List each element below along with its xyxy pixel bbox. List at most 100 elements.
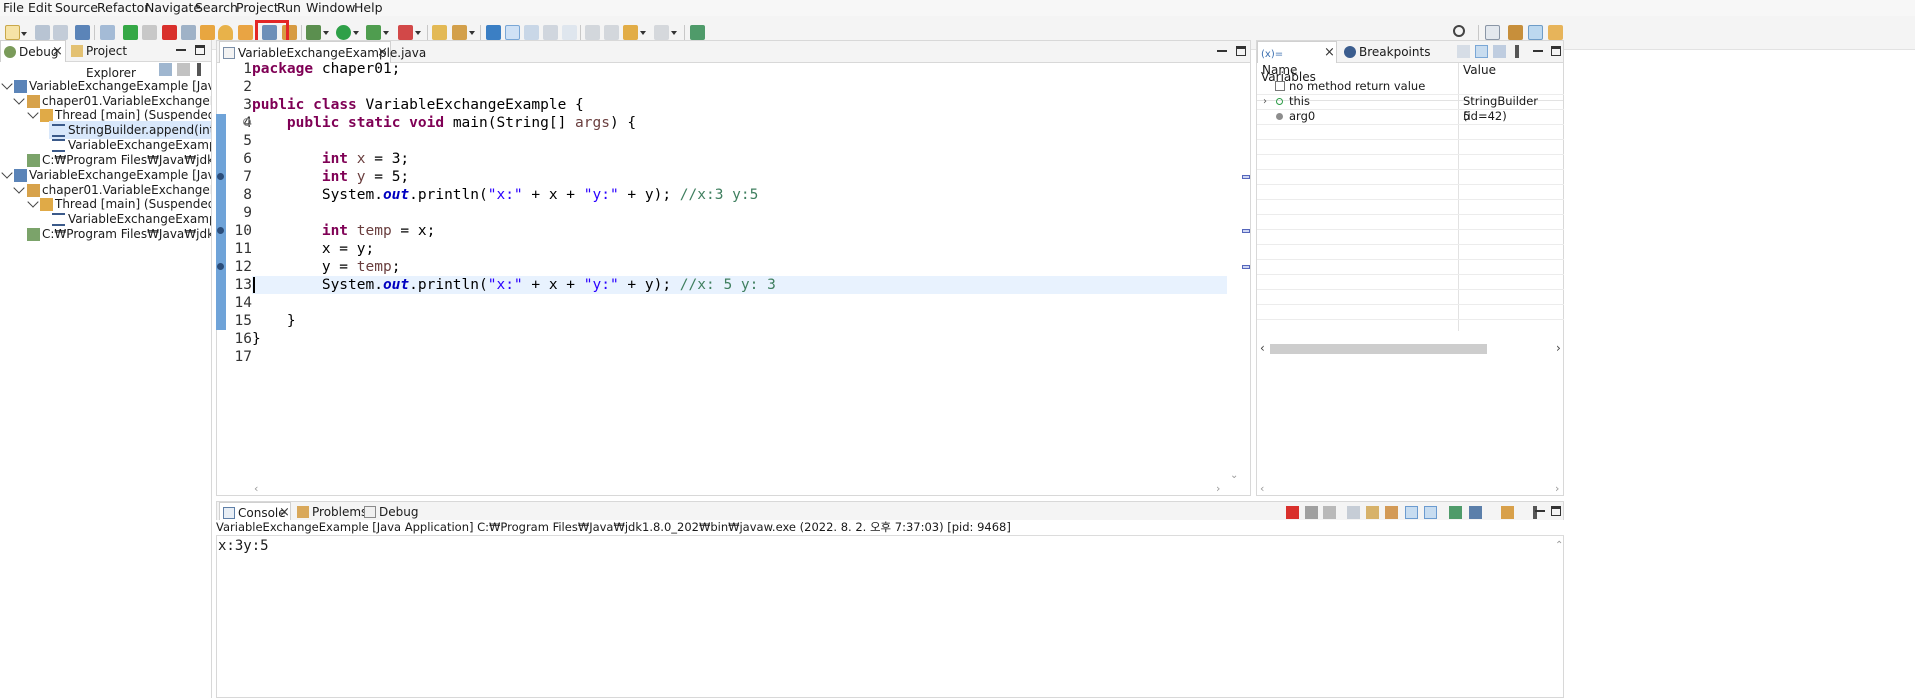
minimize-icon[interactable] (176, 45, 186, 51)
code-line[interactable]: int temp = x; (252, 222, 436, 240)
chevron-down-icon[interactable] (1, 78, 13, 90)
close-icon[interactable]: × (1324, 42, 1335, 64)
menu-source[interactable]: Source (55, 0, 98, 16)
column-header-name[interactable]: Name (1262, 62, 1297, 78)
skip-breakpoints-icon[interactable] (100, 25, 115, 40)
collapse-all-icon[interactable] (159, 63, 172, 76)
menu-run[interactable]: Run (277, 0, 301, 16)
scroll-lock-icon[interactable] (1366, 506, 1379, 519)
maximize-icon[interactable] (1236, 46, 1246, 56)
code-line-current[interactable]: System.out.println("x:" + x + "y:" + y);… (252, 276, 776, 294)
maximize-icon[interactable] (1551, 46, 1561, 56)
debug-icon[interactable] (306, 25, 329, 40)
menu-window[interactable]: Window (306, 0, 355, 16)
close-icon[interactable]: × (52, 41, 63, 63)
scroll-right-icon[interactable]: › (1556, 341, 1561, 355)
overview-ruler-marker[interactable] (1242, 229, 1250, 233)
word-wrap-icon[interactable] (543, 25, 558, 40)
maximize-icon[interactable] (195, 45, 205, 55)
remove-terminated-icon[interactable] (177, 63, 190, 76)
show-on-stderr-icon[interactable] (1424, 506, 1437, 519)
tab-project-explorer[interactable]: Project Explorer (68, 40, 168, 80)
tree-item-process[interactable]: C:₩Program Files₩Java₩jdk1.8.0_202₩ (0, 225, 211, 243)
suspend-icon[interactable] (142, 25, 157, 40)
scroll-left-icon[interactable]: ‹ (1260, 482, 1264, 495)
console-output[interactable]: x:3y:5 (218, 537, 269, 555)
menu-refactor[interactable]: Refactor (97, 0, 149, 16)
column-header-value[interactable]: Value (1463, 62, 1496, 78)
scroll-left-icon[interactable]: ‹ (1260, 341, 1265, 355)
overview-ruler-marker[interactable] (1242, 175, 1250, 179)
code-line[interactable]: x = y; (252, 240, 374, 258)
open-console-icon[interactable] (1501, 506, 1514, 519)
minimize-icon[interactable] (1533, 46, 1543, 52)
toggle-block-selection-icon[interactable] (524, 25, 539, 40)
code-line[interactable]: package chaper01; (252, 60, 400, 78)
show-whitespace-icon[interactable] (562, 25, 577, 40)
minimize-icon[interactable] (1217, 46, 1227, 52)
forward-icon[interactable] (654, 25, 677, 40)
terminate-icon[interactable] (1286, 506, 1299, 519)
collapse-all-icon[interactable] (1493, 45, 1506, 58)
external-tools-icon[interactable] (398, 25, 421, 40)
show-on-stdout-icon[interactable] (1405, 506, 1418, 519)
tab-debug[interactable]: Debug × (0, 40, 66, 62)
chevron-down-icon[interactable] (27, 107, 39, 119)
remove-launch-icon[interactable] (1305, 506, 1318, 519)
tab-variables[interactable]: (x)= Variables × (1257, 41, 1337, 84)
horizontal-scrollbar-thumb[interactable] (1270, 344, 1487, 354)
java-ee-perspective-icon[interactable] (1548, 25, 1563, 40)
terminate-icon[interactable] (162, 25, 177, 40)
maximize-icon[interactable] (1551, 506, 1561, 516)
terminal-icon[interactable] (75, 25, 90, 40)
menu-file[interactable]: File (3, 0, 24, 16)
chevron-right-icon[interactable]: › (1263, 94, 1267, 109)
clear-console-icon[interactable] (1347, 506, 1360, 519)
code-line[interactable]: int y = 5; (252, 168, 409, 186)
scroll-left-icon[interactable]: ‹ (254, 482, 258, 495)
menu-project[interactable]: Project (236, 0, 279, 16)
chevron-down-icon[interactable] (27, 196, 39, 208)
code-line[interactable]: } (252, 312, 296, 330)
minimize-icon[interactable] (1535, 506, 1545, 512)
code-line[interactable]: System.out.println("x:" + x + "y:" + y);… (252, 186, 759, 204)
view-menu-icon[interactable] (1515, 45, 1519, 58)
variable-row[interactable]: arg0 5 (1257, 109, 1564, 124)
show-type-names-icon[interactable] (1457, 45, 1470, 58)
variable-row[interactable]: › this StringBuilder (id=42) (1257, 94, 1564, 123)
run-icon[interactable] (336, 25, 359, 40)
code-line[interactable]: public class VariableExchangeExample { (252, 96, 584, 114)
remove-all-terminated-icon[interactable] (1323, 506, 1336, 519)
open-perspective-icon[interactable] (1485, 25, 1500, 40)
pin-console-icon[interactable] (1449, 506, 1462, 519)
menu-search[interactable]: Search (195, 0, 238, 16)
java-perspective-icon[interactable] (1508, 25, 1523, 40)
code-line[interactable]: } (252, 330, 261, 348)
breakpoint-icon[interactable] (217, 263, 224, 270)
next-annotation-icon[interactable] (604, 25, 619, 40)
resume-icon[interactable] (123, 25, 138, 40)
tab-breakpoints[interactable]: Breakpoints (1341, 41, 1430, 63)
search-icon[interactable] (1453, 25, 1465, 37)
variable-row[interactable]: no method return value (1257, 79, 1564, 94)
view-menu-icon[interactable] (197, 63, 201, 76)
chevron-down-icon[interactable] (13, 182, 25, 194)
back-icon[interactable] (623, 25, 646, 40)
tab-problems[interactable]: Problems (294, 502, 367, 522)
breakpoint-icon[interactable] (217, 173, 224, 180)
disconnect-icon[interactable] (181, 25, 196, 40)
tab-console[interactable]: Console × (219, 502, 291, 522)
previous-annotation-icon[interactable] (585, 25, 600, 40)
search-tool-icon[interactable] (452, 25, 475, 40)
tab-debug-shell[interactable]: Debug Shell (361, 502, 447, 539)
pin-editor-icon[interactable] (690, 25, 705, 40)
chevron-down-icon[interactable] (1, 167, 13, 179)
annotation-icon[interactable] (486, 25, 501, 40)
toggle-mark-occurrences-icon[interactable] (505, 25, 520, 40)
new-icon[interactable] (5, 25, 27, 40)
code-line[interactable]: public static void main(String[] args) { (252, 114, 636, 132)
display-console-icon[interactable] (1469, 506, 1482, 519)
scroll-right-icon[interactable]: › (1216, 482, 1220, 495)
breakpoint-icon[interactable] (217, 227, 224, 234)
menu-edit[interactable]: Edit (28, 0, 52, 16)
